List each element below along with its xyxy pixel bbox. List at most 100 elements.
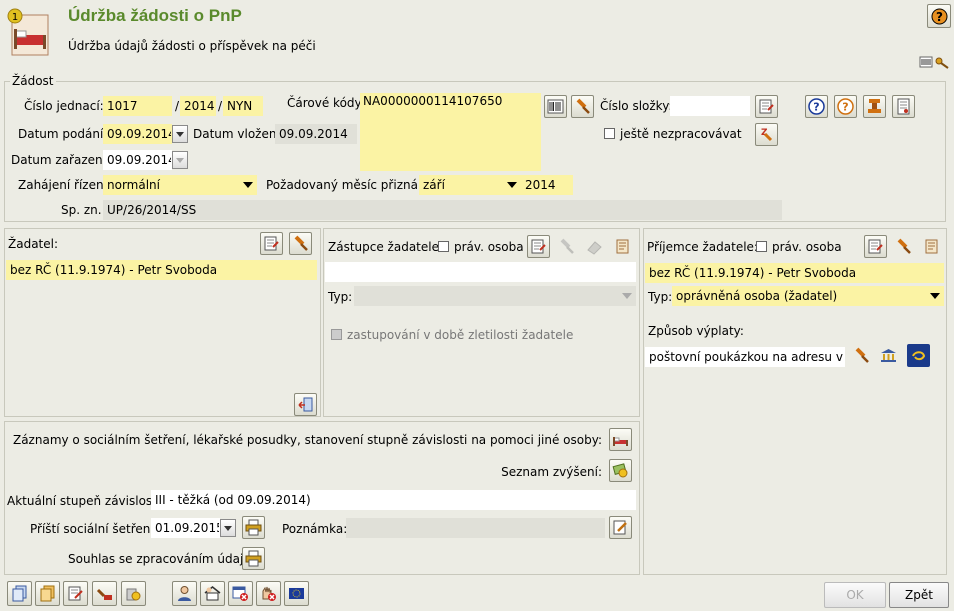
- stamp-button[interactable]: [863, 95, 886, 118]
- pozadovany-mesic-select[interactable]: září: [419, 175, 521, 195]
- svg-text:1: 1: [12, 12, 18, 23]
- info-button[interactable]: ?: [805, 95, 828, 118]
- prijemce-hammer-button[interactable]: [892, 235, 915, 258]
- prijemce-typ-select[interactable]: oprávněná osoba (žadatel): [672, 286, 944, 306]
- pristi-setreni-picker[interactable]: [220, 519, 236, 537]
- poznamka-label: Poznámka:: [282, 522, 348, 536]
- prijemce-value[interactable]: bez RČ (11.9.1974) - Petr Svoboda: [645, 263, 944, 283]
- zahajeni-rizeni-value: normální: [107, 178, 160, 192]
- prijemce-prav-osoba-checkbox[interactable]: [756, 241, 767, 252]
- footer-eu-button[interactable]: [284, 581, 309, 606]
- barcode-icon: [547, 99, 564, 114]
- souhlas-print-button[interactable]: [242, 547, 265, 570]
- zastupce-edit-button[interactable]: [527, 235, 550, 258]
- pristi-setreni-print-button[interactable]: [242, 516, 265, 539]
- zastupce-prav-osoba-checkbox[interactable]: [438, 241, 449, 252]
- cj-year-input[interactable]: 2014: [180, 96, 216, 116]
- document-button[interactable]: [892, 95, 915, 118]
- zadatel-hammer-button[interactable]: [289, 232, 312, 255]
- aktualni-stupen-value: III - těžká (od 09.09.2014): [151, 490, 636, 510]
- datum-podani-picker[interactable]: [172, 125, 188, 143]
- zpet-button[interactable]: Zpět: [889, 582, 949, 608]
- datum-podani-input[interactable]: 09.09.2014: [103, 124, 172, 144]
- cj-number-input[interactable]: 1017: [103, 96, 172, 116]
- zadatel-value[interactable]: bez RČ (11.9.1974) - Petr Svoboda: [6, 260, 317, 280]
- zastupce-scroll-button[interactable]: [611, 235, 634, 258]
- help-button[interactable]: ?: [927, 4, 951, 28]
- barcode-key-icon[interactable]: [919, 55, 951, 69]
- pozadovany-rok-input[interactable]: 2014: [521, 175, 573, 195]
- chevron-down-icon: [243, 182, 253, 188]
- zadatel-panel: [4, 228, 321, 417]
- zastupovani-checkbox[interactable]: [331, 329, 342, 340]
- zastupce-eraser-button[interactable]: [583, 235, 606, 258]
- wrench-icon: [560, 238, 574, 254]
- pristi-setreni-input[interactable]: 01.09.2015: [151, 518, 220, 538]
- hammer-button[interactable]: [571, 95, 594, 118]
- prijemce-edit-button[interactable]: [864, 235, 887, 258]
- hand-cancel-icon: [262, 586, 276, 601]
- datum-zarazeni-label: Datum zařazení:: [11, 153, 111, 167]
- zpusob-vyplaty-value[interactable]: poštovní poukázkou na adresu v ČR: [645, 347, 845, 367]
- carove-kody-field[interactable]: NA0000000114107650: [360, 93, 541, 171]
- copy-icon: [12, 585, 27, 602]
- footer-copy-button[interactable]: [7, 581, 32, 606]
- edit-slozka-button[interactable]: [755, 95, 778, 118]
- zastupce-value[interactable]: [325, 262, 636, 282]
- transfer-icon: [298, 397, 313, 412]
- edit-document-icon: [68, 586, 83, 601]
- priority-button[interactable]: Z: [755, 123, 778, 146]
- jeste-nezpracovavat-checkbox[interactable]: [604, 128, 615, 139]
- aktualni-stupen-label: Aktuální stupeň závislosti:: [7, 494, 165, 508]
- post-button[interactable]: [907, 344, 930, 367]
- zaznamy-button[interactable]: [609, 428, 632, 451]
- hammer-icon: [897, 238, 911, 254]
- prijemce-typ-label: Typ:: [648, 290, 673, 304]
- footer-folders-button[interactable]: [35, 581, 60, 606]
- datum-vlozeni-value: 09.09.2014: [275, 124, 357, 144]
- zastupce-prav-osoba-label: práv. osoba: [454, 240, 524, 254]
- datum-zarazeni-input[interactable]: 09.09.2014: [103, 150, 172, 170]
- vyplata-hammer-button[interactable]: [850, 344, 873, 367]
- question-icon: ?: [808, 98, 825, 115]
- zadatel-edit-button[interactable]: [260, 232, 283, 255]
- poznamka-input[interactable]: [346, 518, 605, 538]
- zadost-legend: Žádost: [10, 74, 56, 88]
- ok-button[interactable]: OK: [824, 582, 886, 608]
- barcode-button[interactable]: [544, 95, 567, 118]
- footer-edit-button[interactable]: [63, 581, 88, 606]
- scroll-icon: [925, 239, 938, 254]
- post-horn-icon: [912, 351, 926, 361]
- datum-zarazeni-picker[interactable]: [172, 151, 188, 169]
- zastupce-wrench-button[interactable]: [555, 235, 578, 258]
- souhlas-label: Souhlas se zpracováním údajů: [68, 552, 251, 566]
- pristi-setreni-label: Příští sociální šetření:: [30, 522, 158, 536]
- footer-money-button[interactable]: [121, 581, 146, 606]
- footer-house-button[interactable]: [200, 581, 225, 606]
- help-orange-button[interactable]: ?: [834, 95, 857, 118]
- prijemce-scroll-button[interactable]: [920, 235, 943, 258]
- eu-flag-icon: [289, 588, 304, 599]
- cislo-slozky-input[interactable]: [670, 96, 750, 116]
- footer-court-button[interactable]: [92, 581, 117, 606]
- zaznamy-label: Záznamy o sociálním šetření, lékařské po…: [12, 433, 602, 447]
- bank-icon: [881, 349, 896, 362]
- prijemce-typ-value: oprávněná osoba (žadatel): [676, 289, 838, 303]
- app-icon: 1: [6, 7, 50, 57]
- jeste-nezpracovavat-label: ještě nezpracovávat: [620, 127, 742, 141]
- poznamka-edit-button[interactable]: [609, 516, 632, 539]
- footer-hand-cancel-button[interactable]: [256, 581, 281, 606]
- prijemce-label: Příjemce žadatele:: [647, 240, 758, 254]
- footer-calendar-cancel-button[interactable]: [228, 581, 253, 606]
- zastupce-typ-select[interactable]: [354, 286, 636, 306]
- zadatel-transfer-button[interactable]: [294, 393, 317, 416]
- person-icon: [178, 586, 191, 601]
- folders-icon: [40, 585, 55, 602]
- zahajeni-rizeni-select[interactable]: normální: [103, 175, 257, 195]
- printer-icon: [245, 550, 262, 567]
- cj-code-input[interactable]: NYN: [223, 96, 263, 116]
- seznam-zvyseni-button[interactable]: [609, 459, 632, 482]
- zastupce-typ-label: Typ:: [328, 290, 353, 304]
- footer-person-button[interactable]: [172, 581, 197, 606]
- bank-button[interactable]: [877, 344, 900, 367]
